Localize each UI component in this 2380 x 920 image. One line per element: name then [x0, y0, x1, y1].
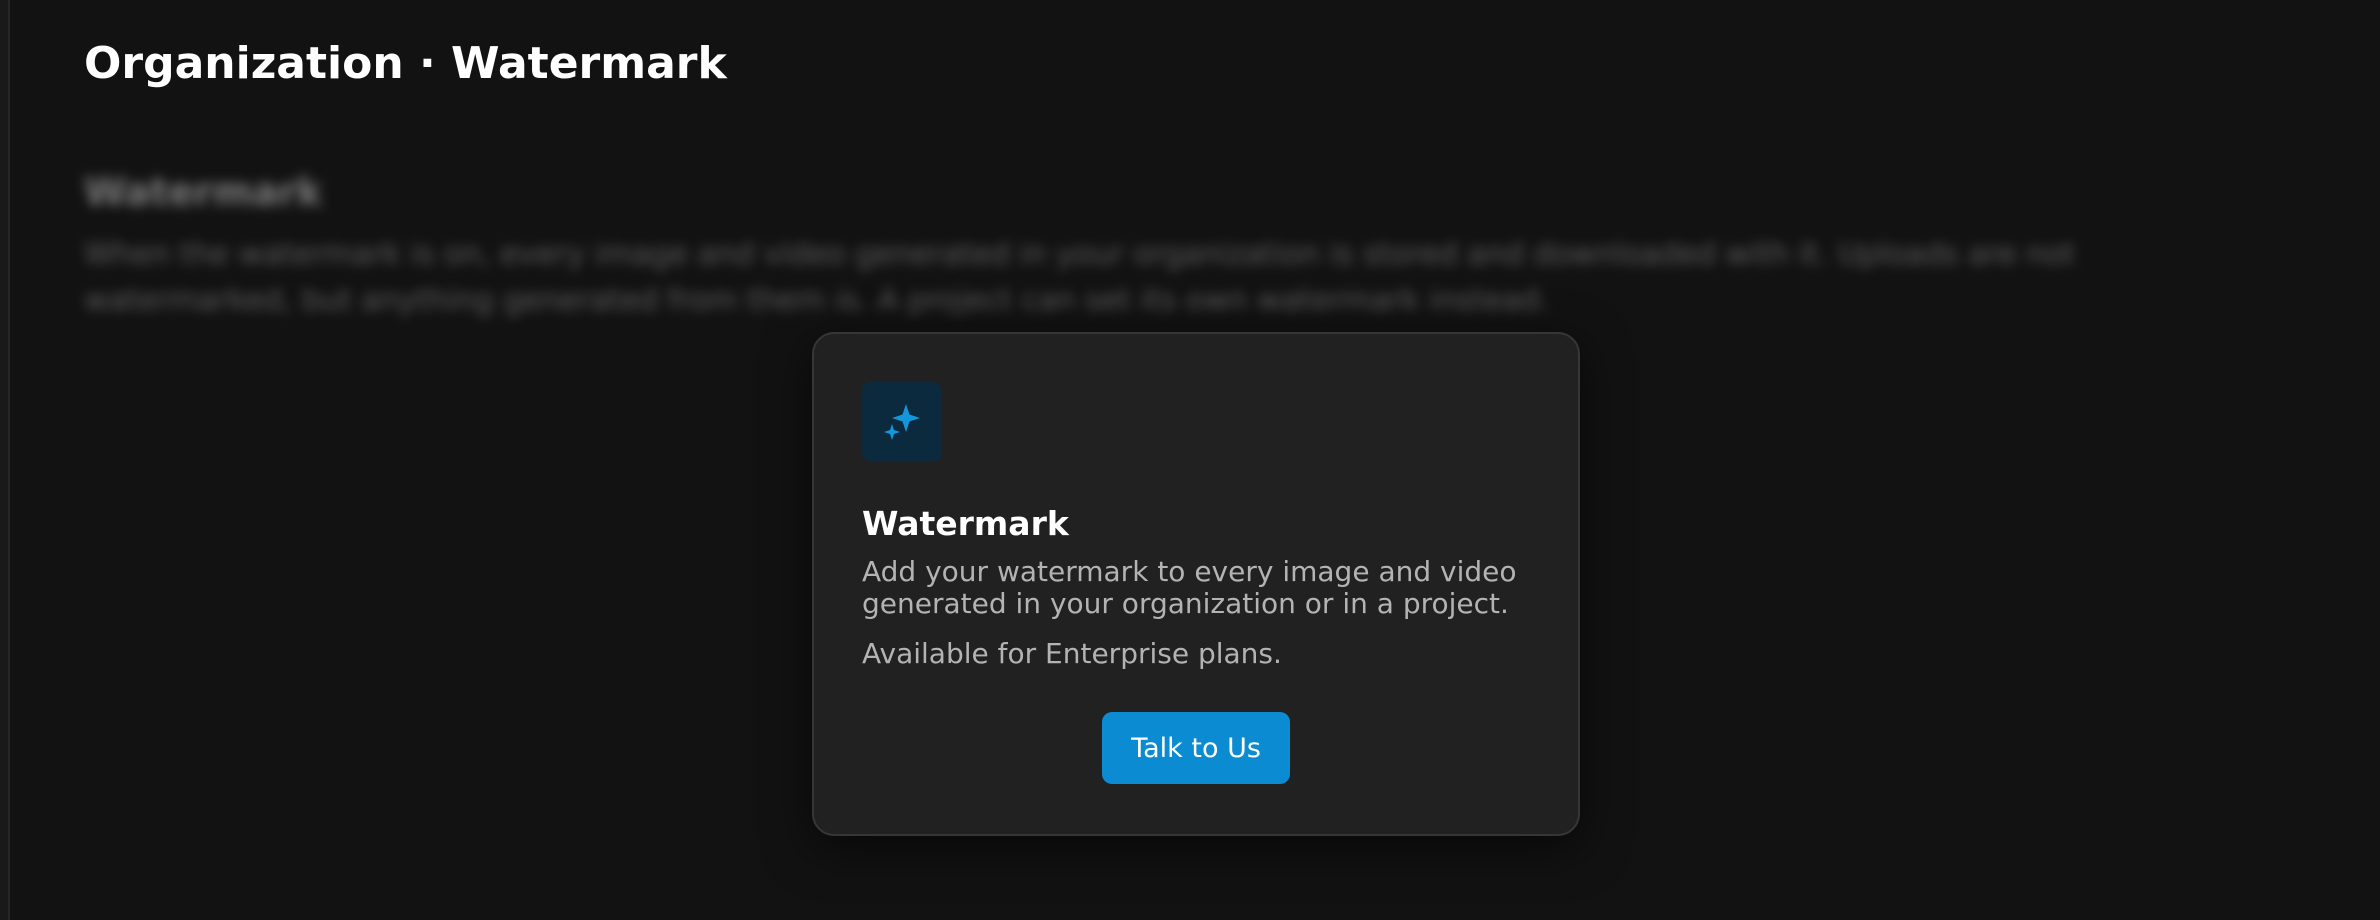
modal-title: Watermark: [862, 504, 1069, 543]
upgrade-modal: Watermark Add your watermark to every im…: [812, 332, 1580, 836]
plan-availability-text: Available for Enterprise plans.: [862, 637, 1282, 670]
modal-description: Add your watermark to every image and vi…: [862, 555, 1517, 620]
blurred-watermark-settings: Watermark When the watermark is on, ever…: [84, 166, 2234, 324]
modal-actions: Talk to Us: [862, 712, 1530, 784]
feature-icon-tile: [862, 382, 942, 462]
section-heading: Watermark: [84, 170, 323, 214]
talk-to-us-button[interactable]: Talk to Us: [1102, 712, 1290, 784]
page-title: Organization · Watermark: [84, 38, 727, 89]
section-description: When the watermark is on, every image an…: [84, 237, 2076, 318]
sparkle-icon: [884, 404, 920, 440]
left-rail: [0, 0, 10, 920]
